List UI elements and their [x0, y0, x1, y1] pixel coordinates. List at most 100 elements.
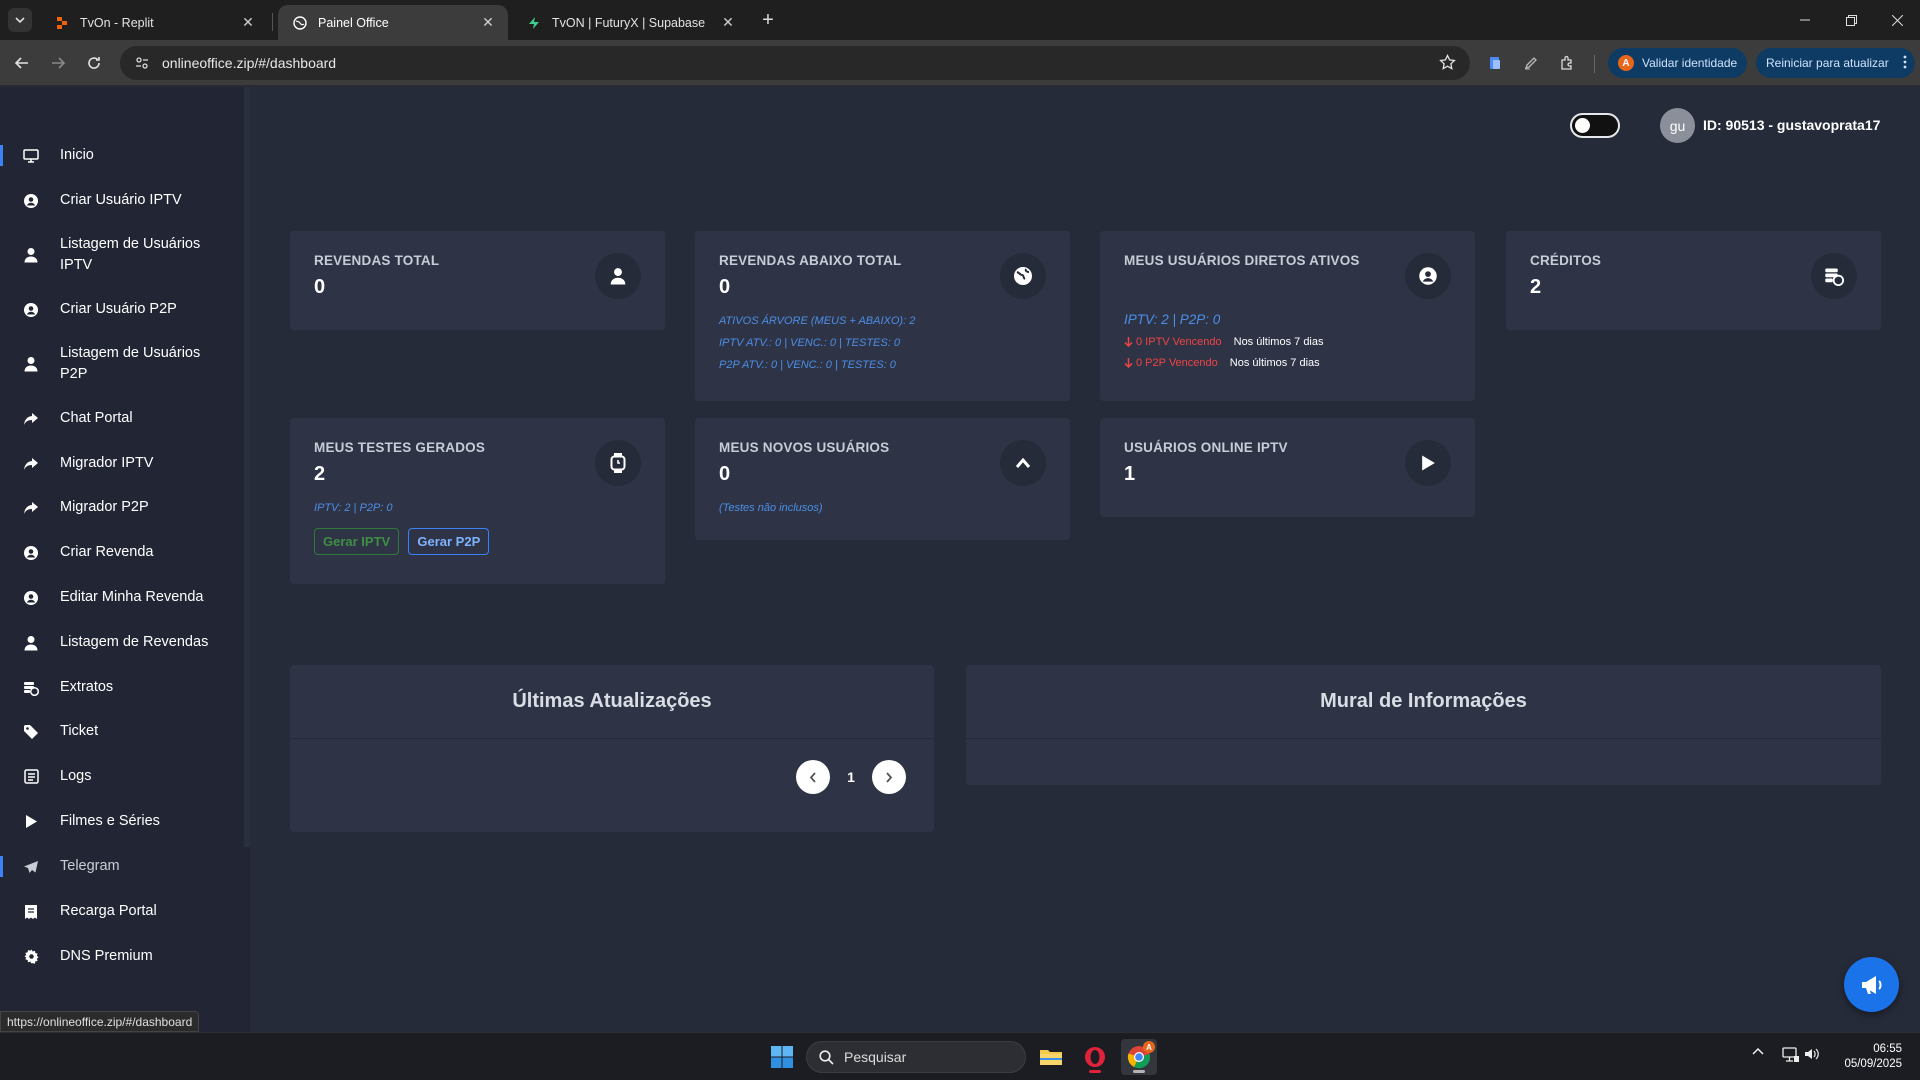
user-icon — [595, 253, 641, 299]
user-circle-icon — [22, 544, 40, 562]
panel-title: Mural de Informações — [966, 665, 1881, 739]
current-page[interactable]: 1 — [830, 769, 872, 785]
restart-update-button[interactable]: Reiniciar para atualizar — [1756, 48, 1915, 78]
prev-page-button[interactable] — [796, 760, 830, 794]
sidebar-item-migrador-p2p[interactable]: Migrador P2P — [0, 497, 250, 518]
extensions-puzzle-icon[interactable] — [1556, 52, 1578, 74]
sidebar-item-label: Criar Usuário IPTV — [60, 192, 182, 208]
forward-button[interactable] — [44, 49, 72, 77]
sidebar-item-label: Extratos — [60, 679, 114, 695]
tab-painel-office[interactable]: Painel Office ✕ — [278, 5, 508, 40]
chevron-up-icon — [1000, 440, 1046, 486]
search-icon — [819, 1049, 834, 1065]
back-button[interactable] — [8, 49, 36, 77]
toggle-knob — [1575, 118, 1590, 133]
sidebar-item-recarga-portal[interactable]: Recarga Portal — [0, 901, 250, 922]
tab-title: TvOn - Replit — [80, 15, 154, 30]
card-revendas-total: REVENDAS TOTAL 0 — [290, 231, 665, 330]
network-icon[interactable] — [1782, 1047, 1800, 1063]
sidebar-item-telegram[interactable]: Telegram — [0, 856, 250, 877]
extension-docs-icon[interactable] — [1484, 52, 1506, 74]
new-tab-button[interactable]: + — [756, 8, 780, 32]
sidebar-item-filmes-series[interactable]: Filmes e Séries — [0, 811, 250, 832]
sidebar-item-migrador-iptv[interactable]: Migrador IPTV — [0, 453, 250, 474]
sidebar-item-editar-minha-revenda[interactable]: Editar Minha Revenda — [0, 587, 250, 608]
tab-search-button[interactable] — [8, 8, 32, 32]
tab-title: Painel Office — [318, 15, 389, 30]
close-tab-icon[interactable]: ✕ — [240, 14, 256, 31]
card-value: 0 — [719, 463, 731, 485]
taskbar-search[interactable]: Pesquisar — [806, 1041, 1026, 1073]
restart-update-label: Reiniciar para atualizar — [1766, 56, 1889, 70]
chevron-up-icon — [1752, 1047, 1764, 1055]
validate-identity-button[interactable]: A Validar identidade — [1608, 48, 1748, 78]
play-icon — [1405, 440, 1451, 486]
iptv-vencendo: 0 IPTV Vencendo — [1136, 336, 1222, 348]
windows-start-button[interactable] — [764, 1039, 800, 1075]
sidebar-item-listagem-usuarios-p2p[interactable]: Listagem de Usuários P2P — [0, 343, 250, 385]
user-circle-icon — [22, 589, 40, 607]
close-tab-icon[interactable]: ✕ — [480, 14, 496, 31]
clock-time: 06:55 — [1873, 1043, 1902, 1055]
sidebar-item-logs[interactable]: Logs — [0, 766, 250, 787]
close-tab-icon[interactable]: ✕ — [720, 14, 736, 31]
minimize-button[interactable] — [1782, 0, 1828, 40]
reload-button[interactable] — [80, 49, 108, 77]
chrome-icon[interactable]: A — [1121, 1039, 1157, 1075]
sidebar-item-label: Recarga Portal — [60, 903, 157, 919]
telegram-icon — [22, 858, 40, 876]
tab-title: TvON | FuturyX | Supabase — [552, 15, 706, 30]
sidebar-item-label: Editar Minha Revenda — [60, 589, 204, 605]
watch-icon — [595, 440, 641, 486]
iptv-vencendo-row: 0 IPTV Vencendo Nos últimos 7 dias — [1124, 336, 1451, 348]
gear-icon — [22, 948, 40, 966]
sidebar-item-ticket[interactable]: Ticket — [0, 721, 250, 742]
profile-badge-icon: A — [1618, 55, 1634, 71]
sidebar-item-listagem-revendas[interactable]: Listagem de Revendas — [0, 632, 250, 653]
card-value: 1 — [1124, 463, 1136, 485]
next-page-button[interactable] — [872, 760, 906, 794]
sidebar-item-criar-usuario-p2p[interactable]: Criar Usuário P2P — [0, 299, 250, 320]
menu-dots-icon[interactable] — [1903, 55, 1907, 69]
volume-icon[interactable] — [1804, 1047, 1820, 1061]
opera-icon[interactable] — [1077, 1039, 1113, 1075]
card-title: CRÉDITOS — [1530, 253, 1602, 268]
close-window-button[interactable] — [1874, 0, 1920, 40]
show-hidden-icons-button[interactable] — [1752, 1047, 1764, 1055]
system-clock[interactable]: 06:55 05/09/2025 — [1822, 1042, 1902, 1072]
url-text: onlineoffice.zip/#/dashboard — [162, 55, 337, 71]
sidebar-item-criar-revenda[interactable]: Criar Revenda — [0, 542, 250, 563]
sidebar-item-inicio[interactable]: Inicio — [0, 145, 250, 166]
sidebar-item-dns-premium[interactable]: DNS Premium — [0, 946, 250, 967]
bookmark-star-icon[interactable] — [1439, 54, 1456, 71]
replit-icon — [54, 15, 70, 31]
gerar-p2p-button[interactable]: Gerar P2P — [408, 528, 490, 555]
theme-toggle[interactable] — [1570, 113, 1620, 138]
user-circle-icon — [22, 301, 40, 319]
user-id-label: ID: 90513 - gustavoprata17 — [1703, 117, 1881, 133]
avatar[interactable]: gu — [1660, 108, 1695, 143]
gerar-iptv-button[interactable]: Gerar IPTV — [314, 528, 400, 555]
tab-replit[interactable]: TvOn - Replit ✕ — [40, 5, 268, 40]
play-icon — [22, 813, 40, 831]
sidebar-item-listagem-usuarios-iptv[interactable]: Listagem de Usuários IPTV — [0, 234, 250, 276]
card-value: 0 — [314, 276, 326, 298]
restore-button[interactable] — [1828, 0, 1874, 40]
file-explorer-icon[interactable] — [1033, 1039, 1069, 1075]
card-note-p2p: P2P ATV.: 0 | VENC.: 0 | TESTES: 0 — [719, 359, 896, 371]
sidebar-item-label: Logs — [60, 768, 92, 784]
panel-ultimas-atualizacoes: Últimas Atualizações 1 — [290, 665, 934, 832]
edit-icon[interactable] — [1520, 52, 1542, 74]
tab-supabase[interactable]: TvON | FuturyX | Supabase ✕ — [512, 5, 748, 40]
sidebar-item-criar-usuario-iptv[interactable]: Criar Usuário IPTV — [0, 190, 250, 211]
site-settings-icon — [136, 57, 148, 69]
address-bar[interactable]: onlineoffice.zip/#/dashboard — [120, 46, 1470, 80]
p2p-vencendo-row: 0 P2P Vencendo Nos últimos 7 dias — [1124, 357, 1451, 369]
search-placeholder: Pesquisar — [844, 1049, 907, 1065]
receipt-icon — [22, 903, 40, 921]
sidebar-item-chat-portal[interactable]: Chat Portal — [0, 408, 250, 429]
sidebar-item-extratos[interactable]: Extratos — [0, 677, 250, 698]
card-value: 0 — [719, 276, 731, 298]
sidebar-item-label: Criar Usuário P2P — [60, 301, 177, 317]
announcement-button[interactable] — [1844, 957, 1899, 1012]
